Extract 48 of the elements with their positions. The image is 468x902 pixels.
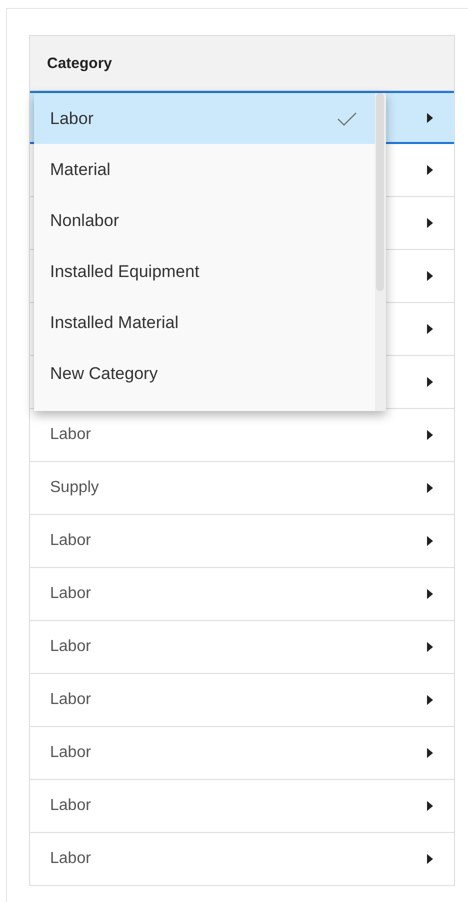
table-cell: Labor (50, 585, 91, 603)
table-row[interactable]: Labor (30, 674, 454, 727)
expand-arrow-icon[interactable] (426, 218, 434, 228)
expand-arrow-icon[interactable] (426, 695, 434, 705)
expand-arrow-icon[interactable] (426, 483, 434, 493)
table-cell: Labor (50, 850, 91, 868)
expand-arrow-icon[interactable] (426, 801, 434, 811)
table-cell: Labor (50, 426, 91, 444)
scrollbar-thumb[interactable] (376, 93, 384, 291)
table-cell: Labor (50, 744, 91, 762)
table-cell: Labor (50, 532, 91, 550)
table-row[interactable]: Labor (30, 727, 454, 780)
expand-arrow-icon[interactable] (426, 536, 434, 546)
table-row[interactable]: Labor (30, 833, 454, 886)
checkmark-icon (337, 112, 357, 126)
option-label: Installed Material (50, 312, 179, 332)
option-label: Nonlabor (50, 210, 119, 230)
table-row[interactable]: Labor (30, 780, 454, 833)
expand-arrow-icon[interactable] (426, 112, 434, 122)
table-row[interactable]: Labor (30, 568, 454, 621)
table-row[interactable]: Labor (30, 515, 454, 568)
dropdown-option[interactable]: Installed Equipment (34, 246, 375, 297)
option-label: Installed Equipment (50, 262, 200, 282)
dropdown-option[interactable]: Material (34, 144, 375, 195)
expand-arrow-icon[interactable] (426, 324, 434, 334)
option-label: Labor (50, 108, 94, 128)
expand-arrow-icon[interactable] (426, 430, 434, 440)
table-row[interactable]: Supply (30, 462, 454, 515)
table-row[interactable]: Labor (30, 621, 454, 674)
dropdown-option[interactable]: Labor (34, 93, 375, 144)
table-cell: Supply (50, 479, 99, 497)
table-cell: Labor (50, 797, 91, 815)
scrollbar[interactable] (375, 93, 386, 411)
table-cell: Labor (50, 638, 91, 656)
column-header[interactable]: Category (30, 35, 454, 91)
expand-arrow-icon[interactable] (426, 748, 434, 758)
expand-arrow-icon[interactable] (426, 165, 434, 175)
option-label: New Category (50, 364, 158, 384)
expand-arrow-icon[interactable] (426, 377, 434, 387)
expand-arrow-icon[interactable] (426, 854, 434, 864)
dropdown-option[interactable]: Nonlabor (34, 195, 375, 246)
option-label: Material (50, 160, 110, 180)
dropdown-option[interactable]: New Category (34, 348, 375, 399)
dropdown-option[interactable]: Installed Material (34, 297, 375, 348)
expand-arrow-icon[interactable] (426, 642, 434, 652)
table-cell: Labor (50, 691, 91, 709)
expand-arrow-icon[interactable] (426, 271, 434, 281)
expand-arrow-icon[interactable] (426, 589, 434, 599)
